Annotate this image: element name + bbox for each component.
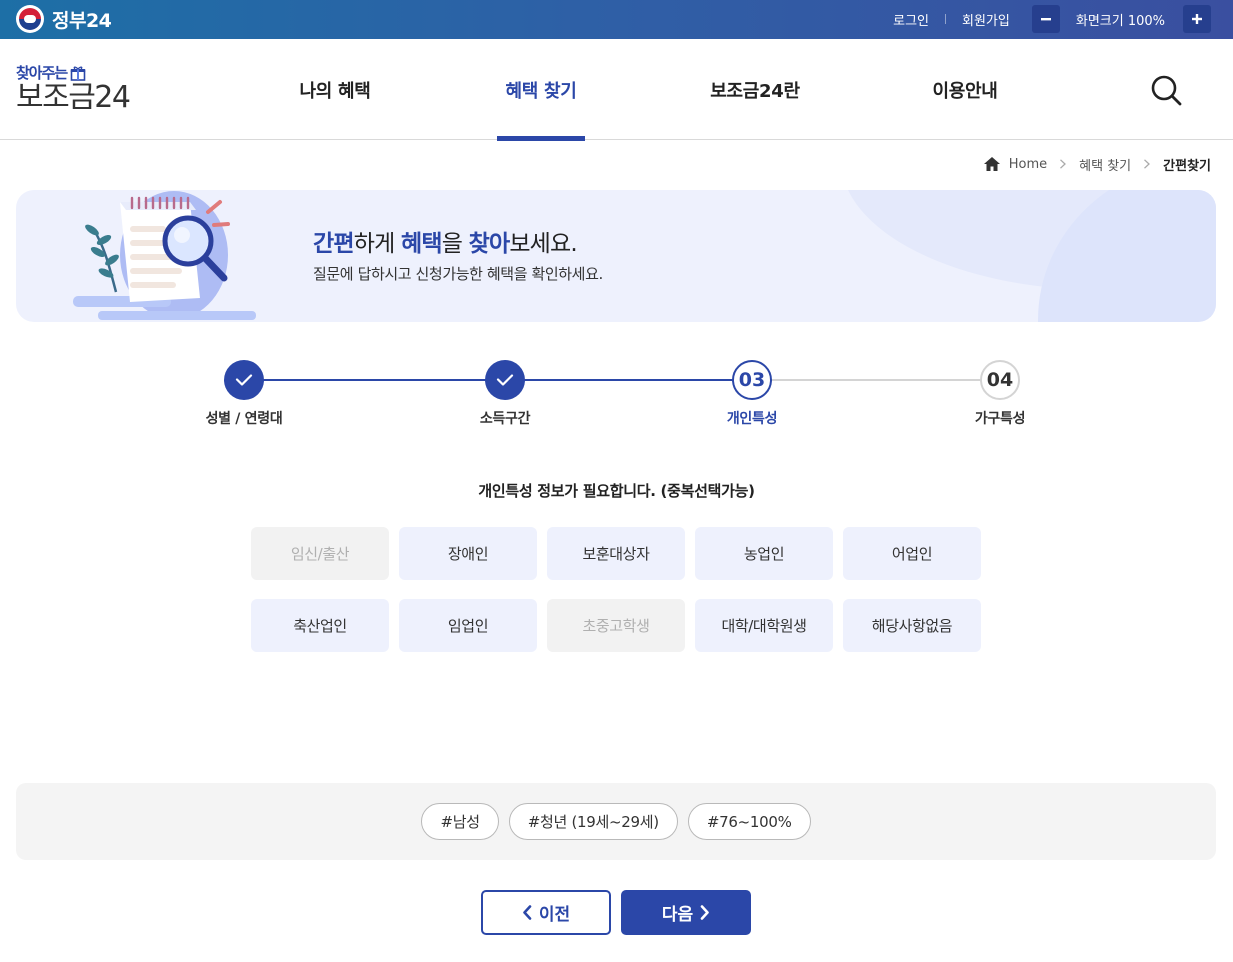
nav-user-guide[interactable]: 이용안내: [916, 39, 1014, 140]
gov-utility-links: 로그인 회원가입 화면크기 100%: [893, 5, 1211, 33]
option-disabled-person[interactable]: 장애인: [399, 527, 537, 580]
selected-conditions-box: #남성 #청년 (19세~29세) #76~100%: [16, 783, 1216, 860]
step-label: 개인특성: [726, 411, 778, 427]
link-divider: [945, 14, 947, 24]
login-link[interactable]: 로그인: [893, 10, 929, 29]
breadcrumb-find-benefits[interactable]: 혜택 찾기: [1079, 155, 1131, 174]
chevron-left-icon: [523, 905, 532, 920]
nav-my-benefits[interactable]: 나의 혜택: [283, 39, 387, 140]
nav-label: 이용안내: [932, 80, 998, 102]
breadcrumb-home[interactable]: Home: [1009, 157, 1047, 172]
brand-main-text: 보조금24: [16, 80, 131, 115]
option-none-applicable[interactable]: 해당사항없음: [843, 599, 981, 652]
banner-title-part: 을: [441, 231, 469, 257]
tag-income-range: #76~100%: [687, 803, 811, 840]
progress-stepper: 성별 / 연령대 소득구간 03 개인특성 04 가구특성: [0, 350, 1233, 440]
gov-top-bar: 정부24 로그인 회원가입 화면크기 100%: [0, 0, 1233, 39]
gov24-title: 정부24: [52, 9, 112, 32]
search-icon[interactable]: [1149, 73, 1183, 107]
option-farmer[interactable]: 농업인: [695, 527, 833, 580]
prev-button[interactable]: 이전: [481, 890, 611, 935]
step-personal-traits: 03 개인특성: [692, 360, 812, 428]
step-label: 성별 / 연령대: [205, 411, 283, 427]
gift-icon: [70, 66, 86, 81]
selected-tags: #남성 #청년 (19세~29세) #76~100%: [16, 803, 1216, 840]
step-circle: [224, 360, 264, 400]
minus-icon: [1040, 18, 1051, 21]
breadcrumb-current: 간편찾기: [1163, 158, 1211, 174]
option-pregnancy-birth: 임신/출산: [251, 527, 389, 580]
option-school-student: 초중고학생: [547, 599, 685, 652]
bojogeum24-logo[interactable]: 찾아주는 보조금24: [16, 65, 131, 115]
active-nav-indicator: [497, 136, 585, 141]
gov24-logo[interactable]: 정부24: [16, 5, 112, 33]
magnifier-document-illustration: [73, 191, 256, 320]
tag-age-group: #청년 (19세~29세): [508, 803, 678, 840]
step-label: 소득구간: [479, 411, 531, 427]
step-income: 소득구간: [445, 360, 565, 428]
signup-link[interactable]: 회원가입: [962, 10, 1010, 29]
tag-gender: #남성: [421, 803, 499, 840]
step-gender-age: 성별 / 연령대: [184, 360, 304, 428]
banner-title-part: 하게: [353, 231, 401, 257]
next-button[interactable]: 다음: [621, 890, 751, 935]
breadcrumb: Home 혜택 찾기 간편찾기: [983, 155, 1211, 174]
intro-banner: 간편하게 혜택을 찾아보세요. 질문에 답하시고 신청가능한 혜택을 확인하세요…: [16, 190, 1216, 322]
step-circle: 03: [732, 360, 772, 400]
nav-label: 나의 혜택: [299, 80, 371, 102]
personal-trait-options: 임신/출산 장애인 보훈대상자 농업인 어업인 축산업인 임업인 초중고학생 대…: [251, 527, 981, 652]
step-circle: 04: [980, 360, 1020, 400]
step-household-traits: 04 가구특성: [940, 360, 1060, 428]
nav-find-benefits[interactable]: 혜택 찾기: [497, 39, 585, 141]
nav-label: 혜택 찾기: [505, 80, 577, 102]
prev-button-label: 이전: [538, 905, 571, 925]
option-veteran[interactable]: 보훈대상자: [547, 527, 685, 580]
option-university-student[interactable]: 대학/대학원생: [695, 599, 833, 652]
chevron-right-icon: [1144, 159, 1151, 169]
check-icon: [235, 374, 253, 386]
site-header: 찾아주는 보조금24 나의 혜택 혜택 찾기 보조금24란 이용안내: [0, 39, 1233, 141]
plus-icon: [1192, 14, 1202, 24]
chevron-right-icon: [1060, 159, 1067, 169]
zoom-out-button[interactable]: [1031, 5, 1060, 33]
banner-title-part: 보세요.: [509, 231, 577, 257]
question-text: 개인특성 정보가 필요합니다. (중복선택가능): [478, 482, 755, 500]
option-fisher[interactable]: 어업인: [843, 527, 981, 580]
banner-title-part: 혜택: [400, 231, 443, 257]
zoom-in-button[interactable]: [1183, 5, 1211, 33]
banner-title-part: 찾아: [468, 231, 511, 257]
banner-title: 간편하게 혜택을 찾아보세요.: [313, 224, 578, 258]
taegeuk-emblem-icon: [16, 5, 44, 33]
chevron-right-icon: [700, 905, 709, 920]
check-icon: [496, 374, 514, 386]
option-livestock-farmer[interactable]: 축산업인: [251, 599, 389, 652]
home-icon: [983, 157, 1000, 171]
banner-title-part: 간편: [313, 231, 355, 257]
zoom-level-label: 화면크기 100%: [1075, 13, 1165, 29]
option-forester[interactable]: 임업인: [399, 599, 537, 652]
next-button-label: 다음: [661, 905, 694, 925]
nav-label: 보조금24란: [710, 80, 800, 102]
step-label: 가구특성: [974, 411, 1026, 427]
step-circle: [485, 360, 525, 400]
banner-description: 질문에 답하시고 신청가능한 혜택을 확인하세요.: [313, 265, 603, 283]
nav-about-bojogeum24[interactable]: 보조금24란: [700, 39, 810, 140]
